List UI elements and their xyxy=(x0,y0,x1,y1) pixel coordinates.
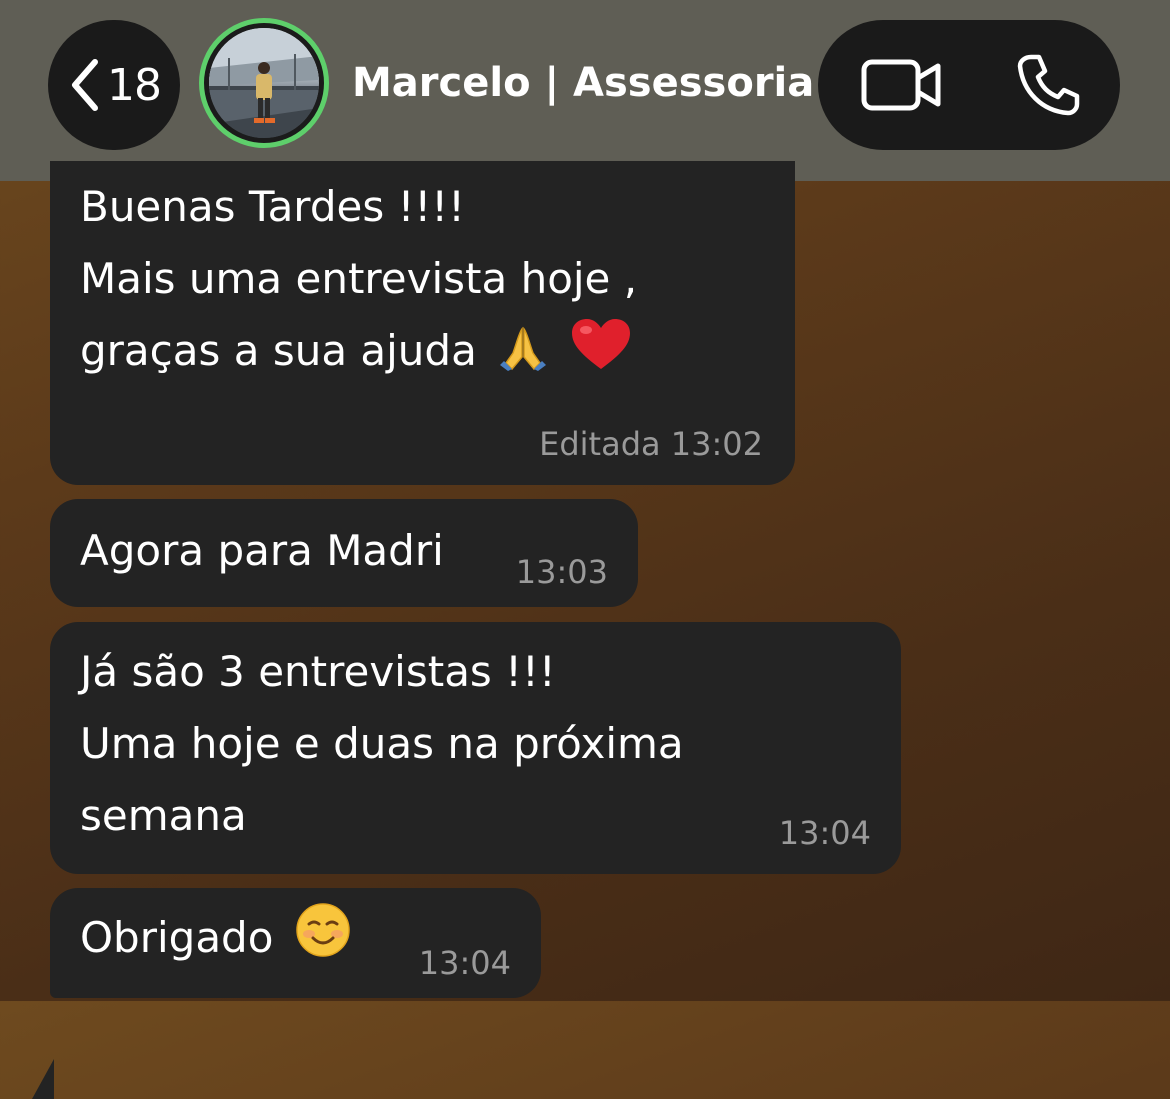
message-line-with-emoji: graças a sua ajuda xyxy=(80,315,637,387)
avatar-photo xyxy=(209,28,319,138)
message-time: 13:03 xyxy=(515,553,608,591)
folded-hands-emoji xyxy=(500,326,547,371)
chat-area[interactable]: Buenas Tardes !!!! Mais uma entrevista h… xyxy=(0,161,1170,1099)
message-line: Já são 3 entrevistas !!! xyxy=(80,647,556,696)
message-bubble[interactable]: Obrigado 13:04 xyxy=(50,888,541,998)
message-time: 13:02 xyxy=(670,425,763,463)
message-text: Já são 3 entrevistas !!! Uma hoje e duas… xyxy=(80,636,684,852)
message-line: Uma hoje e duas na próxima xyxy=(80,719,684,768)
message-line: Obrigado xyxy=(80,913,274,962)
message-time: 13:04 xyxy=(418,944,511,982)
avatar[interactable] xyxy=(199,18,329,148)
message-text: Agora para Madri xyxy=(80,515,444,587)
smiling-face-emoji xyxy=(296,903,350,957)
message-line: semana xyxy=(80,791,247,840)
back-button[interactable]: 18 xyxy=(48,20,180,150)
message-bubble[interactable]: Já são 3 entrevistas !!! Uma hoje e duas… xyxy=(50,622,901,874)
message-bubble[interactable]: Buenas Tardes !!!! Mais uma entrevista h… xyxy=(50,161,795,485)
edited-label: Editada xyxy=(539,425,661,463)
contact-name[interactable]: Marcelo | Assessoria xyxy=(352,60,814,106)
video-camera-icon xyxy=(861,59,941,111)
message-line: Agora para Madri xyxy=(80,526,444,575)
bubble-tail xyxy=(32,1059,54,1099)
call-actions xyxy=(818,20,1120,150)
message-line-with-emoji: Obrigado xyxy=(80,902,351,974)
message-meta: Editada 13:02 xyxy=(539,425,763,463)
message-line: Mais uma entrevista hoje , xyxy=(80,254,638,303)
message-text: Obrigado xyxy=(80,902,351,974)
message-time: 13:04 xyxy=(778,814,871,852)
back-chevron-icon xyxy=(72,59,98,111)
chat-header: 18 Marcelo | Assessoria xyxy=(0,0,1170,181)
video-call-button[interactable] xyxy=(858,52,946,118)
message-text: Buenas Tardes !!!! Mais uma entrevista h… xyxy=(80,171,637,387)
voice-call-button[interactable] xyxy=(1010,50,1086,120)
phone-icon xyxy=(1017,54,1080,116)
message-line: Buenas Tardes !!!! xyxy=(80,182,465,231)
message-bubble[interactable]: Agora para Madri 13:03 xyxy=(50,499,638,607)
red-heart-emoji xyxy=(571,319,630,369)
unread-count: 18 xyxy=(107,59,162,111)
message-line: graças a sua ajuda xyxy=(80,326,477,375)
